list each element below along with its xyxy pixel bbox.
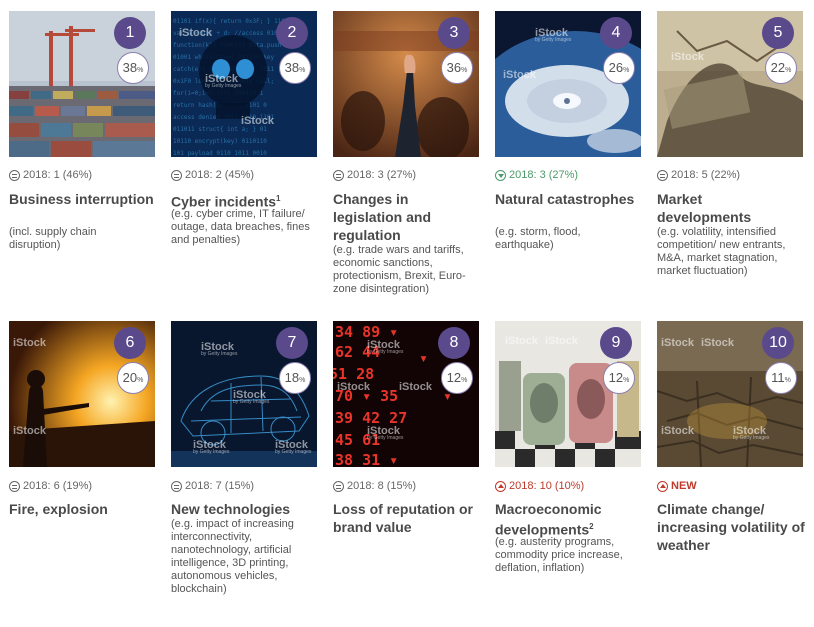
- risk-image-3: 3 36%: [333, 11, 479, 157]
- risk-description: (e.g. storm, flood, earthquake): [495, 226, 581, 251]
- watermark: iStock by Getty Images: [535, 27, 572, 43]
- risk-image-9: iStock iStock 9 12%: [495, 321, 641, 467]
- watermark: iStock: [661, 337, 695, 349]
- watermark: iStock by Getty Images: [201, 341, 238, 357]
- svg-text:011011 struct{ int a; } 01: 011011 struct{ int a; } 01: [173, 126, 267, 133]
- svg-text:▾: ▾: [419, 349, 428, 367]
- previous-rank: 2018: 5 (22%): [657, 169, 740, 181]
- svg-text:38 31 ▾: 38 31 ▾: [335, 451, 398, 467]
- risk-title: Changes in legislation and regulation: [333, 191, 432, 243]
- watermark: iStock: [13, 337, 47, 349]
- svg-text:10110 encrypt(key) 0110110: 10110 encrypt(key) 0110110: [173, 138, 267, 145]
- equal-icon: [171, 169, 182, 181]
- risk-description: (e.g. impact of increasing interconnecti…: [171, 518, 294, 595]
- risk-title: Fire, explosion: [9, 501, 108, 517]
- percentage-badge: 20%: [117, 362, 149, 394]
- watermark: iStock: [671, 51, 705, 63]
- watermark: iStock by Getty Images: [233, 389, 270, 405]
- risk-image-2: 01101 if(x){ return 0x3F; } 1101 var a = …: [171, 11, 317, 157]
- risk-description: (e.g. cyber crime, IT failure/ outage, d…: [171, 208, 310, 246]
- watermark: iStock: [13, 425, 47, 437]
- rank-badge: 6: [114, 327, 146, 359]
- rank-badge: 10: [762, 327, 794, 359]
- svg-text:01101 if(x){ return 0x3F; } 11: 01101 if(x){ return 0x3F; } 1101: [173, 18, 289, 25]
- risk-image-5: iStock 5 22%: [657, 11, 803, 157]
- equal-icon: [333, 480, 344, 492]
- arrow-up-icon: [657, 480, 668, 492]
- risk-title: Loss of reputation or brand value: [333, 501, 473, 535]
- rank-badge: 8: [438, 327, 470, 359]
- rank-badge: 2: [276, 17, 308, 49]
- percentage-badge: 38%: [279, 52, 311, 84]
- watermark: iStock by Getty Images: [193, 439, 230, 455]
- risk-title: Business interruption: [9, 191, 154, 207]
- percentage-badge: 12%: [603, 362, 635, 394]
- watermark: iStock: [241, 115, 275, 127]
- equal-icon: [9, 480, 20, 492]
- svg-text:101 payload 0110 1011 0010: 101 payload 0110 1011 0010: [173, 150, 267, 157]
- risk-title: Market developments: [657, 191, 752, 225]
- risk-image-6: iStock iStock 6 20%: [9, 321, 155, 467]
- risk-description: (e.g. volatility, intensified competitio…: [657, 226, 786, 277]
- watermark: iStock by Getty Images: [367, 339, 404, 355]
- percentage-badge: 22%: [765, 52, 797, 84]
- watermark: iStock: [179, 27, 213, 39]
- previous-rank: 2018: 2 (45%): [171, 169, 254, 181]
- watermark: iStock by Getty Images: [367, 425, 404, 441]
- watermark: iStock: [337, 381, 371, 393]
- watermark: iStock: [701, 337, 735, 349]
- previous-rank: 2018: 3 (27%): [333, 169, 416, 181]
- watermark: iStock by Getty Images: [275, 439, 312, 455]
- watermark: iStock: [545, 335, 579, 347]
- watermark: iStock by Getty Images: [733, 425, 770, 441]
- previous-rank: 2018: 1 (46%): [9, 169, 92, 181]
- previous-rank: 2018: 6 (19%): [9, 480, 92, 492]
- watermark: iStock: [399, 381, 433, 393]
- watermark: iStock: [503, 69, 537, 81]
- percentage-badge: 36%: [441, 52, 473, 84]
- previous-rank: 2018: 7 (15%): [171, 480, 254, 492]
- watermark: iStock by Getty Images: [205, 73, 242, 89]
- equal-icon: [333, 169, 344, 181]
- previous-rank: 2018: 8 (15%): [333, 480, 416, 492]
- risk-image-1: 1 38%: [9, 11, 155, 157]
- risk-title: Natural catastrophes: [495, 191, 635, 207]
- watermark: iStock: [505, 335, 539, 347]
- risk-image-8: 34 89 ▾ 62 44 51 28 70 ▾ 35 39 42 27 45 61 38…: [333, 321, 479, 467]
- previous-rank: 2018: 10 (10%): [495, 480, 584, 492]
- arrow-up-icon: [495, 480, 506, 492]
- equal-icon: [657, 169, 668, 181]
- risk-title: Climate change/ increasing volatility of…: [657, 501, 805, 553]
- percentage-badge: 11%: [765, 362, 797, 394]
- risk-description: (incl. supply chain disruption): [9, 226, 97, 251]
- risk-description: (e.g. austerity programs, commodity pric…: [495, 536, 623, 574]
- previous-rank: 2018: 3 (27%): [495, 169, 578, 181]
- equal-icon: [9, 169, 20, 181]
- risk-title: Macroeconomic developments2: [495, 501, 602, 538]
- percentage-badge: 38%: [117, 52, 149, 84]
- rank-badge: 4: [600, 17, 632, 49]
- percentage-badge: 26%: [603, 52, 635, 84]
- equal-icon: [171, 480, 182, 492]
- risk-description: (e.g. trade wars and tariffs, economic s…: [333, 244, 466, 295]
- risk-title: New technologies: [171, 501, 291, 517]
- rank-badge: 3: [438, 17, 470, 49]
- rank-badge: 1: [114, 17, 146, 49]
- rank-badge: 9: [600, 327, 632, 359]
- percentage-badge: 18%: [279, 362, 311, 394]
- rank-badge: 5: [762, 17, 794, 49]
- risk-image-10: iStock iStock iStock iStock by Getty Imag…: [657, 321, 803, 467]
- risk-image-7: iStock by Getty Images iStock by Getty Ima…: [171, 321, 317, 467]
- arrow-down-icon: [495, 169, 506, 181]
- watermark: iStock: [661, 425, 695, 437]
- rank-badge: 7: [276, 327, 308, 359]
- new-entry-label: NEW: [657, 480, 697, 492]
- risk-image-4: iStock by Getty Images iStock 4 26%: [495, 11, 641, 157]
- percentage-badge: 12%: [441, 362, 473, 394]
